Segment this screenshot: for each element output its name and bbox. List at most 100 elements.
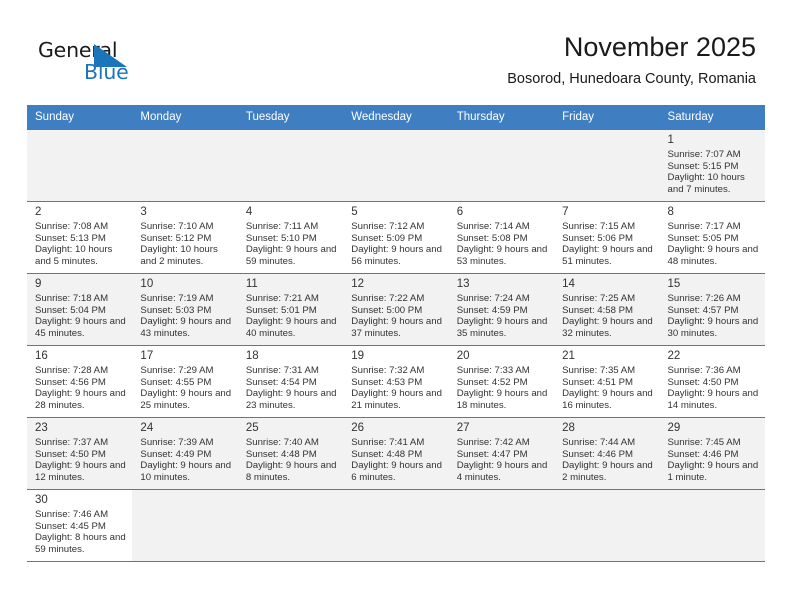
daylight-text: Daylight: 9 hours and 37 minutes. (351, 316, 442, 339)
sunset-text: Sunset: 4:48 PM (245, 448, 317, 460)
day-number: 23 (35, 422, 48, 434)
sunset-text: Sunset: 5:03 PM (140, 304, 212, 316)
calendar-cell-empty (448, 129, 555, 202)
calendar-day-cell[interactable]: 17 Sunrise: 7:29 AM Sunset: 4:55 PM Dayligh… (132, 345, 238, 418)
calendar-day-cell[interactable]: 10 Sunrise: 7:19 AM Sunset: 5:03 PM Dayligh… (132, 273, 238, 346)
daylight-text: Daylight: 9 hours and 43 minutes. (140, 316, 232, 339)
sunset-text: Sunset: 4:54 PM (245, 376, 317, 388)
calendar-week-row: 16 Sunrise: 7:28 AM Sunset: 4:56 PM Dayligh… (27, 345, 765, 418)
calendar-week-row: 2 Sunrise: 7:08 AM Sunset: 5:13 PM Daylight… (27, 201, 765, 274)
sunset-text: Sunset: 4:50 PM (667, 376, 739, 388)
sunrise-text: Sunrise: 7:41 AM (351, 437, 425, 448)
sunset-text: Sunset: 4:57 PM (667, 304, 739, 316)
calendar-cell-content: 5 Sunrise: 7:12 AM Sunset: 5:09 PM Daylight… (343, 202, 448, 273)
sunrise-text: Sunrise: 7:39 AM (140, 437, 214, 448)
calendar-day-cell[interactable]: 18 Sunrise: 7:31 AM Sunset: 4:54 PM Dayligh… (237, 345, 344, 418)
sunset-text: Sunset: 4:46 PM (562, 448, 634, 460)
calendar-cell-content (554, 490, 660, 561)
weekday-header-friday: Friday (554, 105, 660, 130)
page-header: General Blue November 2025 Bosorod, Hune… (0, 0, 792, 104)
calendar-day-cell[interactable]: 5 Sunrise: 7:12 AM Sunset: 5:09 PM Daylight… (343, 201, 449, 274)
day-number: 29 (667, 422, 681, 434)
sunset-text: Sunset: 5:05 PM (667, 232, 739, 244)
calendar-day-cell[interactable]: 7 Sunrise: 7:15 AM Sunset: 5:06 PM Daylight… (554, 201, 660, 274)
sunrise-text: Sunrise: 7:17 AM (667, 221, 741, 232)
calendar-day-cell[interactable]: 9 Sunrise: 7:18 AM Sunset: 5:04 PM Daylight… (27, 273, 133, 346)
calendar-day-cell[interactable]: 15 Sunrise: 7:26 AM Sunset: 4:57 PM Dayligh… (659, 273, 765, 346)
day-number: 1 (667, 134, 674, 146)
calendar-day-cell[interactable]: 16 Sunrise: 7:28 AM Sunset: 4:56 PM Dayligh… (27, 345, 133, 418)
day-number: 27 (456, 422, 470, 434)
calendar-day-cell[interactable]: 29 Sunrise: 7:45 AM Sunset: 4:46 PM Dayligh… (659, 417, 765, 490)
sunset-text: Sunset: 4:56 PM (35, 376, 106, 388)
calendar-cell-content (343, 130, 449, 201)
calendar-week-row: 30 Sunrise: 7:46 AM Sunset: 4:45 PM Dayligh… (27, 489, 765, 562)
calendar-day-cell[interactable]: 12 Sunrise: 7:22 AM Sunset: 5:00 PM Dayligh… (343, 273, 449, 346)
calendar-day-cell[interactable]: 19 Sunrise: 7:32 AM Sunset: 4:53 PM Dayligh… (343, 345, 449, 418)
calendar-day-cell[interactable]: 26 Sunrise: 7:41 AM Sunset: 4:48 PM Dayligh… (343, 417, 449, 490)
daylight-text: Daylight: 9 hours and 56 minutes. (351, 244, 442, 267)
sunrise-text: Sunrise: 7:24 AM (456, 293, 530, 304)
daylight-text: Daylight: 9 hours and 59 minutes. (245, 244, 337, 267)
calendar-cell-content (343, 490, 449, 561)
daylight-text: Daylight: 8 hours and 59 minutes. (35, 532, 126, 555)
day-number: 19 (351, 350, 365, 362)
calendar-day-cell[interactable]: 2 Sunrise: 7:08 AM Sunset: 5:13 PM Daylight… (27, 201, 133, 274)
weekday-header-wednesday: Wednesday (343, 105, 449, 130)
sunrise-text: Sunrise: 7:22 AM (351, 293, 425, 304)
calendar-day-cell[interactable]: 8 Sunrise: 7:17 AM Sunset: 5:05 PM Daylight… (659, 201, 765, 274)
sunset-text: Sunset: 4:46 PM (667, 448, 739, 460)
sunset-text: Sunset: 4:50 PM (35, 448, 106, 460)
calendar-cell-empty (343, 489, 449, 562)
day-number: 30 (35, 494, 48, 506)
calendar-day-cell[interactable]: 11 Sunrise: 7:21 AM Sunset: 5:01 PM Dayligh… (237, 273, 344, 346)
sunrise-text: Sunrise: 7:18 AM (35, 293, 109, 304)
daylight-text: Daylight: 10 hours and 2 minutes. (140, 244, 218, 267)
calendar-day-cell[interactable]: 20 Sunrise: 7:33 AM Sunset: 4:52 PM Dayligh… (448, 345, 555, 418)
calendar-day-cell[interactable]: 14 Sunrise: 7:25 AM Sunset: 4:58 PM Dayligh… (554, 273, 660, 346)
sunset-text: Sunset: 5:12 PM (140, 232, 212, 244)
day-number: 16 (35, 350, 48, 362)
calendar-cell-content: 22 Sunrise: 7:36 AM Sunset: 4:50 PM Dayligh… (660, 346, 765, 417)
calendar-page: General Blue November 2025 Bosorod, Hune… (0, 0, 792, 612)
calendar-cell-content (659, 490, 765, 561)
calendar-cell-content: 20 Sunrise: 7:33 AM Sunset: 4:52 PM Dayligh… (449, 346, 554, 417)
day-number: 21 (562, 350, 575, 362)
calendar-day-cell[interactable]: 13 Sunrise: 7:24 AM Sunset: 4:59 PM Dayligh… (448, 273, 555, 346)
daylight-text: Daylight: 9 hours and 45 minutes. (35, 316, 126, 339)
day-number: 24 (140, 422, 154, 434)
calendar-cell-empty (132, 489, 238, 562)
sunset-text: Sunset: 5:15 PM (667, 160, 739, 172)
calendar-cell-content: 28 Sunrise: 7:44 AM Sunset: 4:46 PM Dayligh… (554, 418, 660, 489)
calendar-day-cell[interactable]: 4 Sunrise: 7:11 AM Sunset: 5:10 PM Daylight… (237, 201, 344, 274)
daylight-text: Daylight: 9 hours and 51 minutes. (562, 244, 653, 267)
sunrise-text: Sunrise: 7:21 AM (245, 293, 319, 304)
general-blue-logo[interactable]: General Blue (38, 38, 168, 90)
calendar-day-cell[interactable]: 28 Sunrise: 7:44 AM Sunset: 4:46 PM Dayligh… (554, 417, 660, 490)
daylight-text: Daylight: 9 hours and 6 minutes. (351, 460, 442, 483)
day-number: 3 (140, 206, 147, 218)
calendar-body: 1 Sunrise: 7:07 AM Sunset: 5:15 PM Daylight… (27, 129, 765, 562)
calendar-cell-content (132, 490, 238, 561)
calendar-day-cell[interactable]: 22 Sunrise: 7:36 AM Sunset: 4:50 PM Dayligh… (659, 345, 765, 418)
calendar-day-cell[interactable]: 21 Sunrise: 7:35 AM Sunset: 4:51 PM Dayligh… (554, 345, 660, 418)
calendar-week-row: 1 Sunrise: 7:07 AM Sunset: 5:15 PM Daylight… (27, 129, 765, 202)
calendar-cell-content: 1 Sunrise: 7:07 AM Sunset: 5:15 PM Daylight… (659, 130, 765, 201)
daylight-text: Daylight: 10 hours and 5 minutes. (35, 244, 113, 267)
calendar-day-cell[interactable]: 30 Sunrise: 7:46 AM Sunset: 4:45 PM Dayligh… (27, 489, 133, 562)
weekday-header-monday: Monday (132, 105, 238, 130)
sunrise-text: Sunrise: 7:45 AM (667, 437, 741, 448)
calendar-day-cell[interactable]: 3 Sunrise: 7:10 AM Sunset: 5:12 PM Daylight… (132, 201, 238, 274)
calendar-day-cell[interactable]: 24 Sunrise: 7:39 AM Sunset: 4:49 PM Dayligh… (132, 417, 238, 490)
sunset-text: Sunset: 4:51 PM (562, 376, 634, 388)
calendar-day-cell[interactable]: 27 Sunrise: 7:42 AM Sunset: 4:47 PM Dayligh… (448, 417, 555, 490)
calendar-day-cell[interactable]: 25 Sunrise: 7:40 AM Sunset: 4:48 PM Dayligh… (237, 417, 344, 490)
sunset-text: Sunset: 4:48 PM (351, 448, 423, 460)
calendar-cell-content (27, 130, 133, 201)
sunrise-text: Sunrise: 7:44 AM (562, 437, 636, 448)
calendar-day-cell[interactable]: 6 Sunrise: 7:14 AM Sunset: 5:08 PM Daylight… (448, 201, 555, 274)
sunrise-text: Sunrise: 7:36 AM (667, 365, 741, 376)
calendar-day-cell[interactable]: 23 Sunrise: 7:37 AM Sunset: 4:50 PM Dayligh… (27, 417, 133, 490)
sunrise-text: Sunrise: 7:25 AM (562, 293, 636, 304)
calendar-day-cell[interactable]: 1 Sunrise: 7:07 AM Sunset: 5:15 PM Daylight… (659, 129, 765, 202)
